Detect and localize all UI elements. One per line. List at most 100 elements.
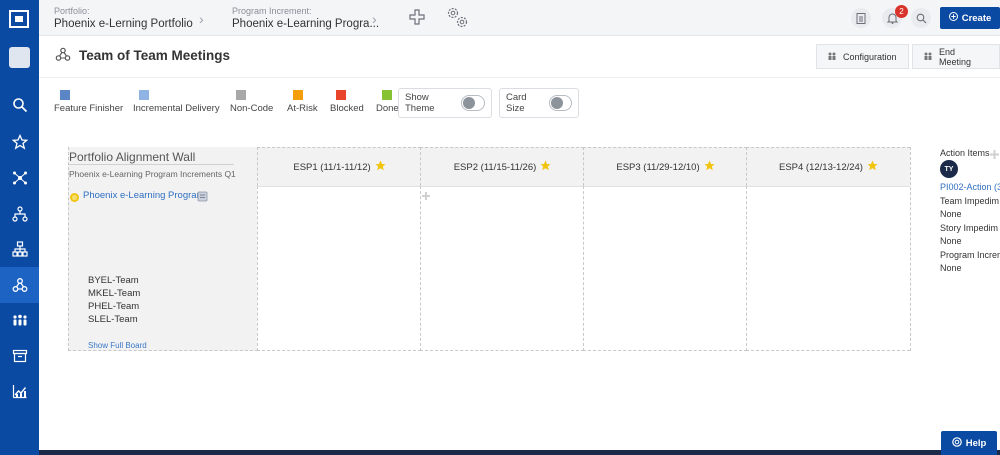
legend-label: Done: [376, 103, 399, 114]
team-meetings-icon: [55, 47, 71, 68]
sprint-star-icon: [867, 160, 878, 174]
notification-count-badge: 2: [895, 5, 908, 18]
clipboard-icon[interactable]: [851, 8, 871, 28]
portfolio-value[interactable]: Phoenix e-Lerning Portfolio: [54, 18, 193, 30]
app-logo-icon[interactable]: [9, 10, 29, 28]
sprint-column-cell[interactable]: [420, 186, 584, 351]
sprint-column-header: ESP4 (12/13-12/24): [746, 147, 910, 186]
portfolio-selector[interactable]: Portfolio: Phoenix e-Lerning Portfolio: [54, 6, 193, 30]
action-item-label: Program Increr: [940, 250, 1000, 260]
search-icon[interactable]: [911, 8, 931, 28]
team-label: BYEL-Team: [88, 275, 139, 286]
create-label: Create: [961, 12, 992, 24]
hierarchy-icon[interactable]: [0, 196, 39, 232]
archive-icon[interactable]: [0, 338, 39, 374]
end-meeting-label: End Meeting: [939, 46, 972, 67]
user-avatar-ty[interactable]: TY: [940, 160, 958, 178]
end-meeting-icon: [923, 51, 933, 63]
chevron-right-icon: ›: [372, 11, 377, 27]
portfolio-alignment-wall-panel: Portfolio Alignment Wall Phoenix e-Learn…: [68, 147, 258, 351]
sprint-column-header: ESP3 (11/29-12/10): [583, 147, 747, 186]
configuration-button[interactable]: Configuration: [816, 44, 909, 69]
show-theme-label: Show Theme: [405, 92, 435, 114]
help-icon: [951, 436, 962, 450]
action-item-value: None: [940, 236, 962, 246]
page-title: Team of Team Meetings: [79, 48, 231, 63]
org-chart-icon[interactable]: [0, 231, 39, 267]
add-card-plus-icon[interactable]: [422, 187, 430, 205]
action-item-label: Story Impedim: [940, 223, 999, 233]
sprint-star-icon: [540, 160, 551, 174]
sprint-star-icon: [704, 160, 715, 174]
show-theme-toggle-group: Show Theme: [398, 88, 492, 118]
sprint-label: ESP2 (11/15-11/26): [453, 161, 537, 173]
at-risk-swatch: [293, 90, 303, 100]
search-nav-icon[interactable]: [0, 87, 39, 123]
page-header: Team of Team Meetings Configuration End …: [39, 36, 1000, 78]
legend-label: Non-Code: [230, 103, 274, 114]
done-swatch: [382, 90, 392, 100]
end-meeting-button[interactable]: End Meeting: [912, 44, 1000, 69]
program-increment-selector[interactable]: Program Increment: Phoenix e-Learning Pr…: [232, 6, 379, 30]
wall-subtitle: Phoenix e-Learning Program Increments Q1: [69, 169, 236, 179]
favorites-star-icon[interactable]: [0, 124, 39, 160]
legend-label: Blocked: [330, 103, 364, 114]
action-items-panel: Action Items TY PI002-Action (3 Team Imp…: [940, 148, 1000, 278]
configuration-icon: [827, 51, 837, 63]
sprint-column-header: ESP1 (11/1-11/12): [257, 147, 421, 186]
people-group-icon[interactable]: [0, 302, 39, 338]
team-label: PHEL-Team: [88, 301, 140, 312]
settings-gears-icon[interactable]: [444, 4, 470, 35]
plus-circle-icon: [948, 12, 958, 24]
team-label: SLEL-Team: [88, 314, 138, 325]
program-increment-value[interactable]: Phoenix e-Learning Progra...: [232, 18, 379, 30]
card-size-toggle-group: Card Size: [499, 88, 579, 118]
legend-label: At-Risk: [287, 103, 318, 114]
network-icon[interactable]: [0, 160, 39, 196]
program-card-icon[interactable]: [197, 189, 208, 207]
sprint-column-header: ESP2 (11/15-11/26): [420, 147, 584, 186]
feature-finisher-swatch: [60, 90, 70, 100]
top-bar: Portfolio: Phoenix e-Lerning Portfolio ›…: [39, 0, 1000, 36]
card-size-label: Card Size: [506, 92, 527, 114]
action-item-link[interactable]: PI002-Action (3: [940, 182, 1000, 192]
card-size-toggle[interactable]: [548, 95, 572, 111]
program-increment-label: Program Increment:: [232, 6, 312, 16]
configuration-label: Configuration: [843, 51, 897, 62]
action-items-title: Action Items: [940, 148, 990, 158]
sprint-column-cell[interactable]: [583, 186, 747, 351]
legend-label: Feature Finisher: [54, 103, 124, 114]
sprint-label: ESP3 (11/29-12/10): [616, 161, 700, 173]
blocked-swatch: [336, 90, 346, 100]
action-item-value: None: [940, 209, 962, 219]
sprint-label: ESP4 (12/13-12/24): [779, 161, 863, 173]
create-button[interactable]: Create: [940, 7, 1000, 29]
incremental-delivery-swatch: [139, 90, 149, 100]
wall-border: [910, 147, 911, 351]
sprint-column-cell[interactable]: [257, 186, 421, 351]
sprint-column-cell[interactable]: [746, 186, 910, 351]
bottom-bar: [39, 450, 1000, 455]
team-meetings-nav-icon[interactable]: [0, 267, 39, 303]
add-plus-icon[interactable]: [408, 8, 426, 31]
legend-label: Incremental Delivery: [133, 103, 220, 114]
non-code-swatch: [236, 90, 246, 100]
show-theme-toggle[interactable]: [461, 95, 485, 111]
show-full-board-link[interactable]: Show Full Board: [88, 341, 147, 350]
reports-chart-icon[interactable]: [0, 373, 39, 409]
divider: [69, 164, 234, 165]
action-item-value: None: [940, 263, 962, 273]
program-link[interactable]: Phoenix e-Learning Program: [83, 190, 204, 201]
user-avatar[interactable]: [9, 47, 30, 68]
help-button[interactable]: Help: [941, 431, 997, 455]
portfolio-label: Portfolio:: [54, 6, 90, 16]
wall-title: Portfolio Alignment Wall: [69, 150, 196, 164]
action-item-label: Team Impedim: [940, 196, 1000, 206]
team-label: MKEL-Team: [88, 288, 141, 299]
help-label: Help: [965, 437, 987, 449]
chevron-right-icon: ›: [199, 11, 204, 27]
sidebar: [0, 0, 39, 455]
theme-sun-icon: [69, 190, 80, 208]
add-action-plus-icon[interactable]: [990, 146, 999, 164]
sprint-star-icon: [375, 160, 386, 174]
